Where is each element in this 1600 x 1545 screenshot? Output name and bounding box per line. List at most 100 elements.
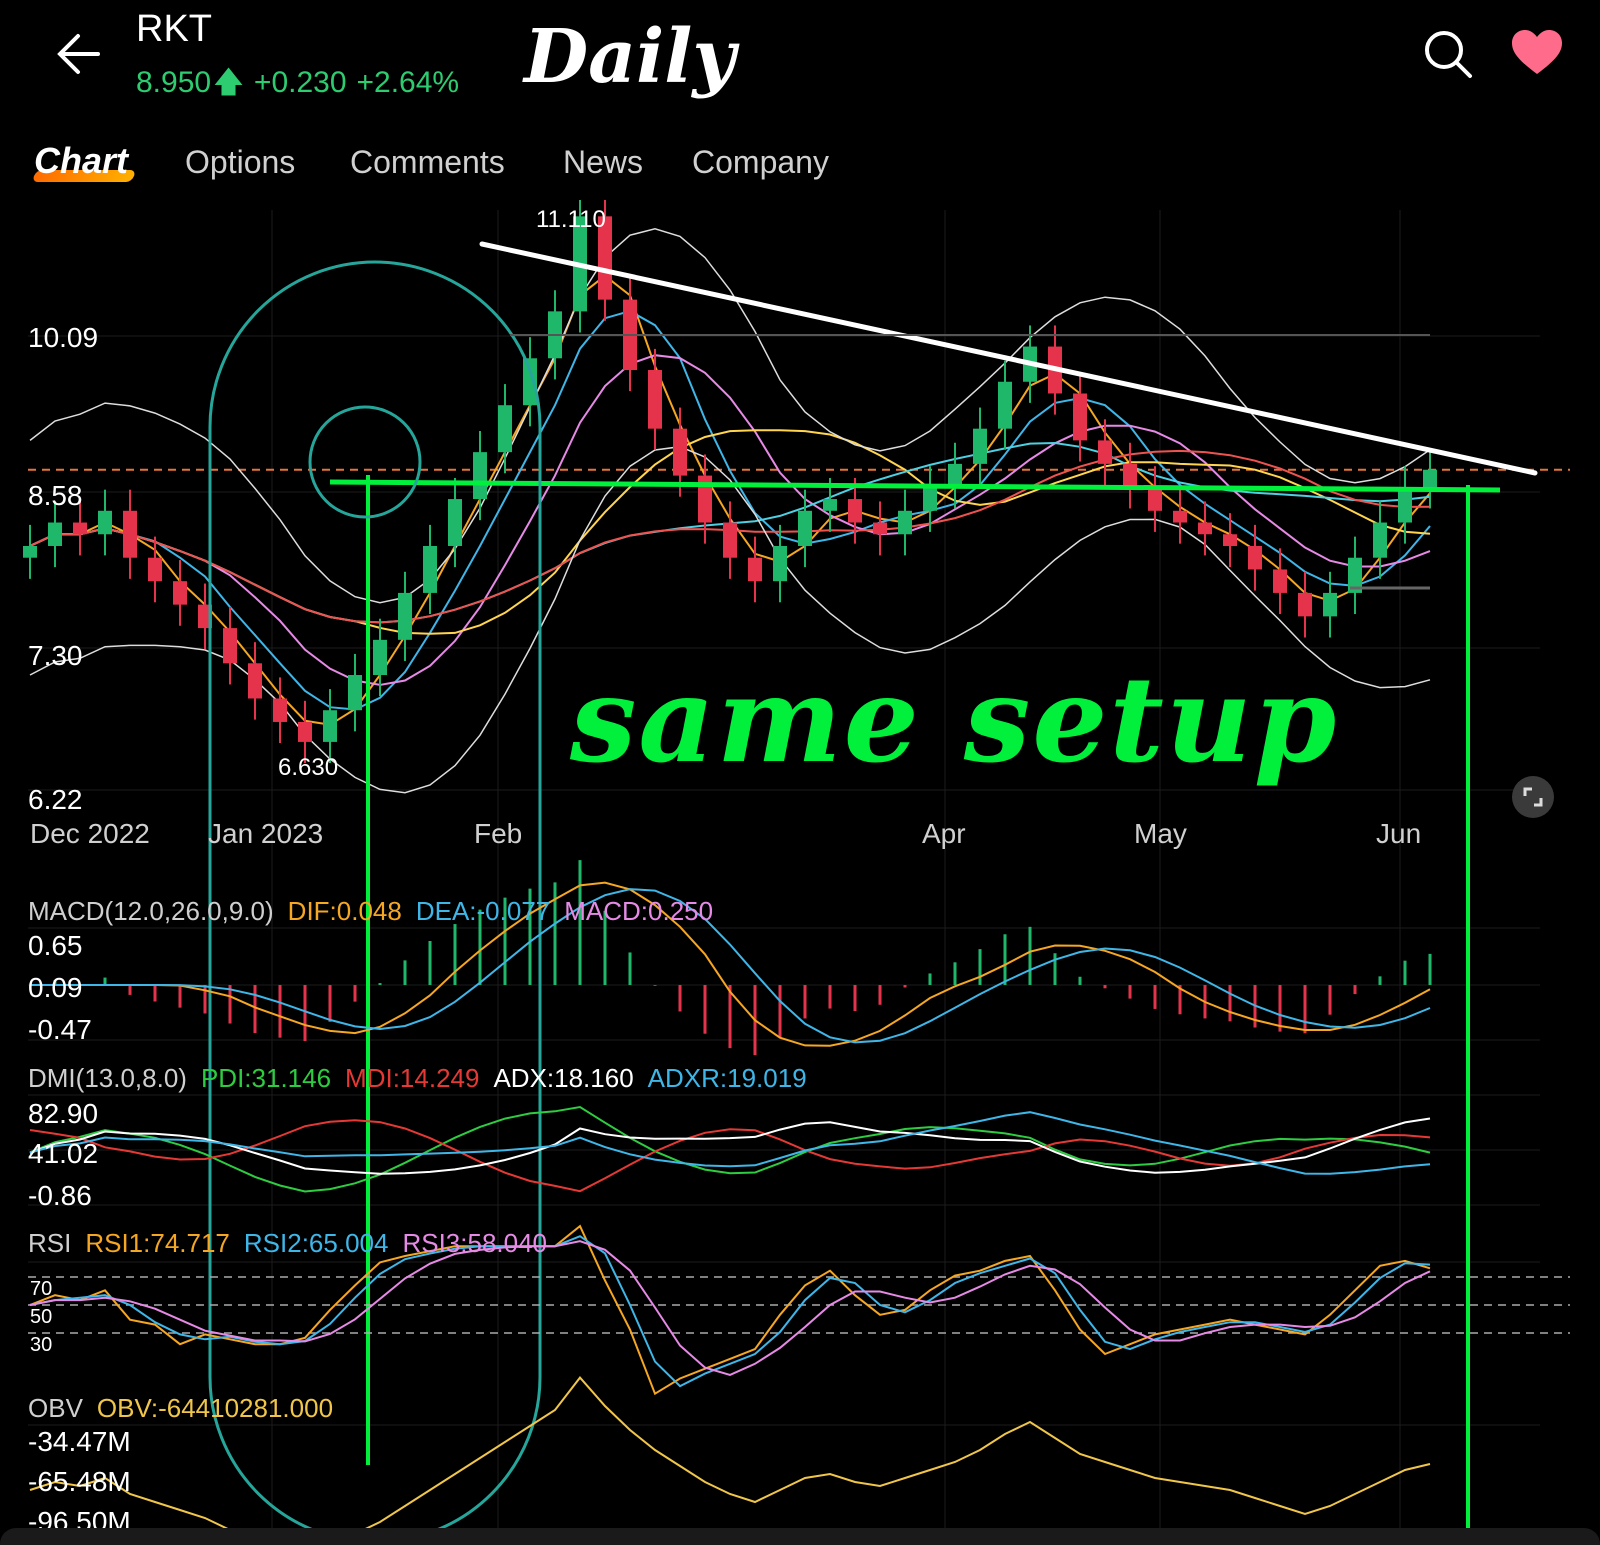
rsi-axis-label: 70 xyxy=(30,1278,53,1300)
macd-name: MACD(12.0,26.0,9.0) xyxy=(28,896,274,926)
dmi-mdi-line xyxy=(29,1119,1431,1193)
candle-body xyxy=(1173,510,1187,523)
candle-body xyxy=(1423,469,1437,488)
top-bar: RKT 8.950🡅 +0.230 +2.64% Daily xyxy=(0,0,1600,130)
dmi-name: DMI(13.0,8.0) xyxy=(28,1063,187,1093)
price-axis-label: 7.30 xyxy=(28,640,83,671)
rsi2-value: RSI2:65.004 xyxy=(243,1228,389,1258)
dmi-axis-label: 82.90 xyxy=(28,1098,99,1129)
candle-body xyxy=(1123,463,1137,488)
date-axis-label: Feb xyxy=(474,818,523,849)
macd-value: MACD:0.250 xyxy=(564,896,714,926)
macd-dif: DIF:0.048 xyxy=(287,896,402,926)
tab-chart[interactable]: Chart xyxy=(31,140,137,182)
candle-body xyxy=(398,592,412,640)
tab-chart-label: Chart xyxy=(34,140,129,181)
price-axis-label: 8.58 xyxy=(28,480,83,511)
macd-axis-label: -0.47 xyxy=(28,1014,92,1045)
candle-body xyxy=(223,628,237,664)
candle-body xyxy=(923,487,937,511)
dmi-axis-label: -0.86 xyxy=(28,1180,92,1211)
back-button[interactable] xyxy=(52,26,108,82)
price-change-pct: +2.64% xyxy=(356,66,460,99)
price-axis-label: 6.22 xyxy=(28,784,83,815)
obv-axis-label: -65.48M xyxy=(28,1466,131,1497)
obv-axis-label: -34.47M xyxy=(28,1426,131,1457)
arrow-up-icon: 🡅 xyxy=(213,66,244,99)
annotation-same-setup: same setup xyxy=(570,650,1339,789)
arrow-left-icon xyxy=(57,34,100,74)
rsi1-value: RSI1:74.717 xyxy=(85,1228,230,1258)
candle-body xyxy=(173,581,187,605)
dmi-axis-label: 41.02 xyxy=(28,1138,99,1169)
date-axis-label: May xyxy=(1134,818,1187,849)
candle-body xyxy=(898,510,912,535)
candle-body xyxy=(148,557,162,582)
candle-body xyxy=(798,510,812,546)
dmi-adx: ADX:18.160 xyxy=(493,1063,634,1093)
rsi3-value: RSI3:58.040 xyxy=(402,1228,548,1258)
candle-body xyxy=(323,710,337,742)
macd-axis-label: 0.65 xyxy=(28,930,83,961)
date-axis-label: Dec 2022 xyxy=(30,818,150,849)
candle-body xyxy=(1073,393,1087,441)
date-axis-label: Jan 2023 xyxy=(208,818,324,849)
candle-body xyxy=(1323,592,1337,617)
candle-body xyxy=(98,510,112,535)
rsi-name: RSI xyxy=(28,1228,72,1258)
last-price: 8.950 xyxy=(136,66,212,99)
tab-company[interactable]: Company xyxy=(692,144,829,181)
rsi-legend: RSI RSI1:74.717 RSI2:65.004 RSI3:58.040 xyxy=(28,1228,561,1259)
dmi-pdi: PDI:31.146 xyxy=(200,1063,332,1093)
price-change: +0.230 xyxy=(253,66,347,99)
candle-body xyxy=(673,428,687,476)
dmi-adxr: ADXR:19.019 xyxy=(647,1063,807,1093)
tab-comments[interactable]: Comments xyxy=(350,144,505,181)
expand-icon xyxy=(1523,787,1543,807)
candle-body xyxy=(973,428,987,464)
candle-body xyxy=(748,557,762,582)
candle-body xyxy=(498,405,512,453)
tab-news[interactable]: News xyxy=(563,144,643,181)
date-axis-label: Jun xyxy=(1376,818,1422,849)
macd-axis-label: 0.09 xyxy=(28,972,83,1003)
tab-options[interactable]: Options xyxy=(185,144,295,181)
search-icon xyxy=(1425,31,1472,78)
candle-body xyxy=(448,499,462,546)
candle-body xyxy=(823,499,837,511)
candle-body xyxy=(298,721,312,742)
expand-chart-button[interactable] xyxy=(1512,776,1554,818)
candle-body xyxy=(1248,545,1262,570)
date-axis-label: Apr xyxy=(922,818,966,849)
candle-body xyxy=(348,675,362,711)
trendline-resistance xyxy=(479,241,1538,476)
dmi-mdi: MDI:14.249 xyxy=(345,1063,480,1093)
candle-body xyxy=(73,522,87,535)
price-axis-label: 10.09 xyxy=(28,322,99,353)
horizontal-support-line xyxy=(329,479,1501,493)
candle-body xyxy=(473,452,487,500)
favorite-button[interactable] xyxy=(1510,28,1564,78)
candle-body xyxy=(1373,522,1387,558)
obv-legend: OBV OBV:-64410281.000 xyxy=(28,1393,347,1424)
candle-body xyxy=(1148,487,1162,511)
candle-body xyxy=(1298,592,1312,617)
candle-body xyxy=(1098,440,1112,464)
annotation-title: Daily xyxy=(524,14,736,100)
candle-body xyxy=(423,545,437,593)
candle-body xyxy=(873,522,887,535)
candle-body xyxy=(1223,534,1237,546)
search-button[interactable] xyxy=(1420,26,1476,82)
candle-body xyxy=(773,545,787,582)
obv-name: OBV xyxy=(28,1393,83,1423)
rsi3-line xyxy=(29,1240,1431,1376)
candle-body xyxy=(248,663,262,699)
stock-chart[interactable] xyxy=(0,200,1600,1530)
period-high-label: 11.110 xyxy=(536,206,606,233)
macd-legend: MACD(12.0,26.0,9.0) DIF:0.048 DEA:-0.077 MA… xyxy=(28,896,727,927)
candle-body xyxy=(1398,487,1412,523)
candle-body xyxy=(1198,522,1212,535)
candle-body xyxy=(273,698,287,722)
candle-body xyxy=(1273,569,1287,593)
obv-value: OBV:-64410281.000 xyxy=(96,1393,334,1423)
